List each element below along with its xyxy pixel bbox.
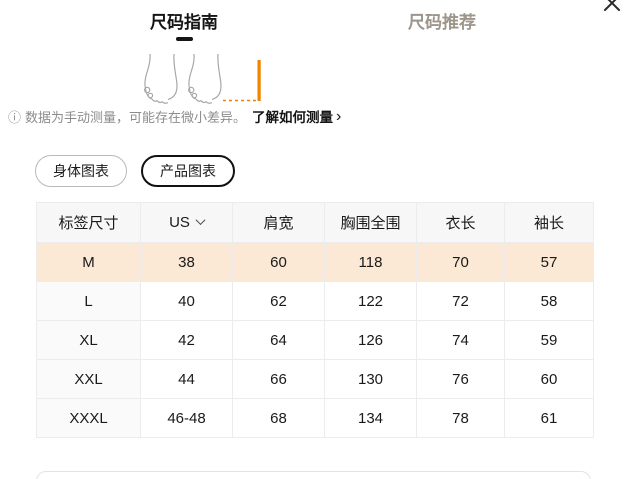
tab-size-guide[interactable]: 尺码指南 bbox=[150, 13, 218, 41]
us-cell: 46-48 bbox=[140, 398, 233, 438]
info-icon: ⓘ bbox=[8, 109, 22, 125]
size-label-cell: M bbox=[36, 242, 141, 282]
sleeve-cell: 60 bbox=[504, 359, 594, 399]
shoulder-cell: 60 bbox=[232, 242, 325, 282]
body-chart-label: 身体图表 bbox=[53, 163, 109, 179]
us-dropdown-label: US bbox=[169, 214, 190, 231]
sleeve-cell: 57 bbox=[504, 242, 594, 282]
product-chart-label: 产品图表 bbox=[160, 163, 216, 179]
sleeve-cell: 61 bbox=[504, 398, 594, 438]
col-header-label-size: 标签尺寸 bbox=[36, 202, 141, 243]
col-header-chest: 胸围全围 bbox=[324, 202, 417, 243]
shoulder-cell: 66 bbox=[232, 359, 325, 399]
table-row-xxl: XXL 44 66 130 76 60 bbox=[36, 359, 594, 399]
us-cell: 44 bbox=[140, 359, 233, 399]
body-chart-button[interactable]: 身体图表 bbox=[35, 155, 127, 187]
active-tab-indicator bbox=[175, 37, 193, 41]
tab-size-recommendation[interactable]: 尺码推荐 bbox=[408, 13, 476, 41]
col-header-us-dropdown[interactable]: US bbox=[140, 202, 233, 243]
chest-cell: 130 bbox=[324, 359, 417, 399]
chest-cell: 126 bbox=[324, 320, 417, 360]
measurement-notice: ⓘ 数据为手动测量，可能存在微小差异。 了解如何测量 › bbox=[8, 106, 341, 126]
sleeve-cell: 59 bbox=[504, 320, 594, 360]
us-cell: 42 bbox=[140, 320, 233, 360]
length-cell: 76 bbox=[416, 359, 505, 399]
length-cell: 72 bbox=[416, 281, 505, 321]
size-label-cell: XL bbox=[36, 320, 141, 360]
chest-cell: 122 bbox=[324, 281, 417, 321]
col-header-shoulder: 肩宽 bbox=[232, 202, 325, 243]
feet-measure-illustration bbox=[138, 53, 268, 104]
length-cell: 74 bbox=[416, 320, 505, 360]
shoulder-cell: 64 bbox=[232, 320, 325, 360]
length-cell: 78 bbox=[416, 398, 505, 438]
col-header-length: 衣长 bbox=[416, 202, 505, 243]
chest-cell: 118 bbox=[324, 242, 417, 282]
product-chart-button[interactable]: 产品图表 bbox=[141, 155, 235, 187]
close-icon[interactable] bbox=[603, 0, 621, 12]
chevron-down-icon bbox=[195, 215, 206, 226]
us-cell: 40 bbox=[140, 281, 233, 321]
measure-vertical-bar bbox=[257, 60, 261, 101]
table-row-l: L 40 62 122 72 58 bbox=[36, 281, 594, 321]
how-to-measure-label: 了解如何测量 bbox=[252, 110, 334, 125]
shoulder-cell: 62 bbox=[232, 281, 325, 321]
size-label-cell: XXXL bbox=[36, 398, 141, 438]
size-label-cell: L bbox=[36, 281, 141, 321]
notice-text: 数据为手动测量，可能存在微小差异。 bbox=[25, 109, 247, 125]
sleeve-cell: 58 bbox=[504, 281, 594, 321]
table-row-xl: XL 42 64 126 74 59 bbox=[36, 320, 594, 360]
us-cell: 38 bbox=[140, 242, 233, 282]
table-row-m: M 38 60 118 70 57 bbox=[36, 242, 594, 282]
tab-size-recommendation-label: 尺码推荐 bbox=[408, 13, 476, 32]
tab-bar: 尺码指南 尺码推荐 bbox=[0, 13, 626, 41]
tab-size-guide-label: 尺码指南 bbox=[150, 13, 218, 32]
col-header-sleeve: 袖长 bbox=[504, 202, 594, 243]
how-to-measure-link[interactable]: 了解如何测量 › bbox=[252, 106, 341, 126]
size-table-header-row: 标签尺寸 US 肩宽 胸围全围 衣长 袖长 bbox=[36, 202, 594, 243]
size-table: 标签尺寸 US 肩宽 胸围全围 衣长 袖长 M 38 60 118 70 57 … bbox=[36, 202, 594, 438]
size-label-cell: XXL bbox=[36, 359, 141, 399]
chevron-right-icon: › bbox=[336, 107, 342, 125]
chart-toggle: 身体图表 产品图表 bbox=[35, 155, 235, 187]
next-section-card bbox=[36, 471, 591, 479]
table-row-xxxl: XXXL 46-48 68 134 78 61 bbox=[36, 398, 594, 438]
length-cell: 70 bbox=[416, 242, 505, 282]
chest-cell: 134 bbox=[324, 398, 417, 438]
shoulder-cell: 68 bbox=[232, 398, 325, 438]
size-guide-modal: { "header": { "tabs": [ { "label": "尺码指南… bbox=[0, 0, 626, 479]
